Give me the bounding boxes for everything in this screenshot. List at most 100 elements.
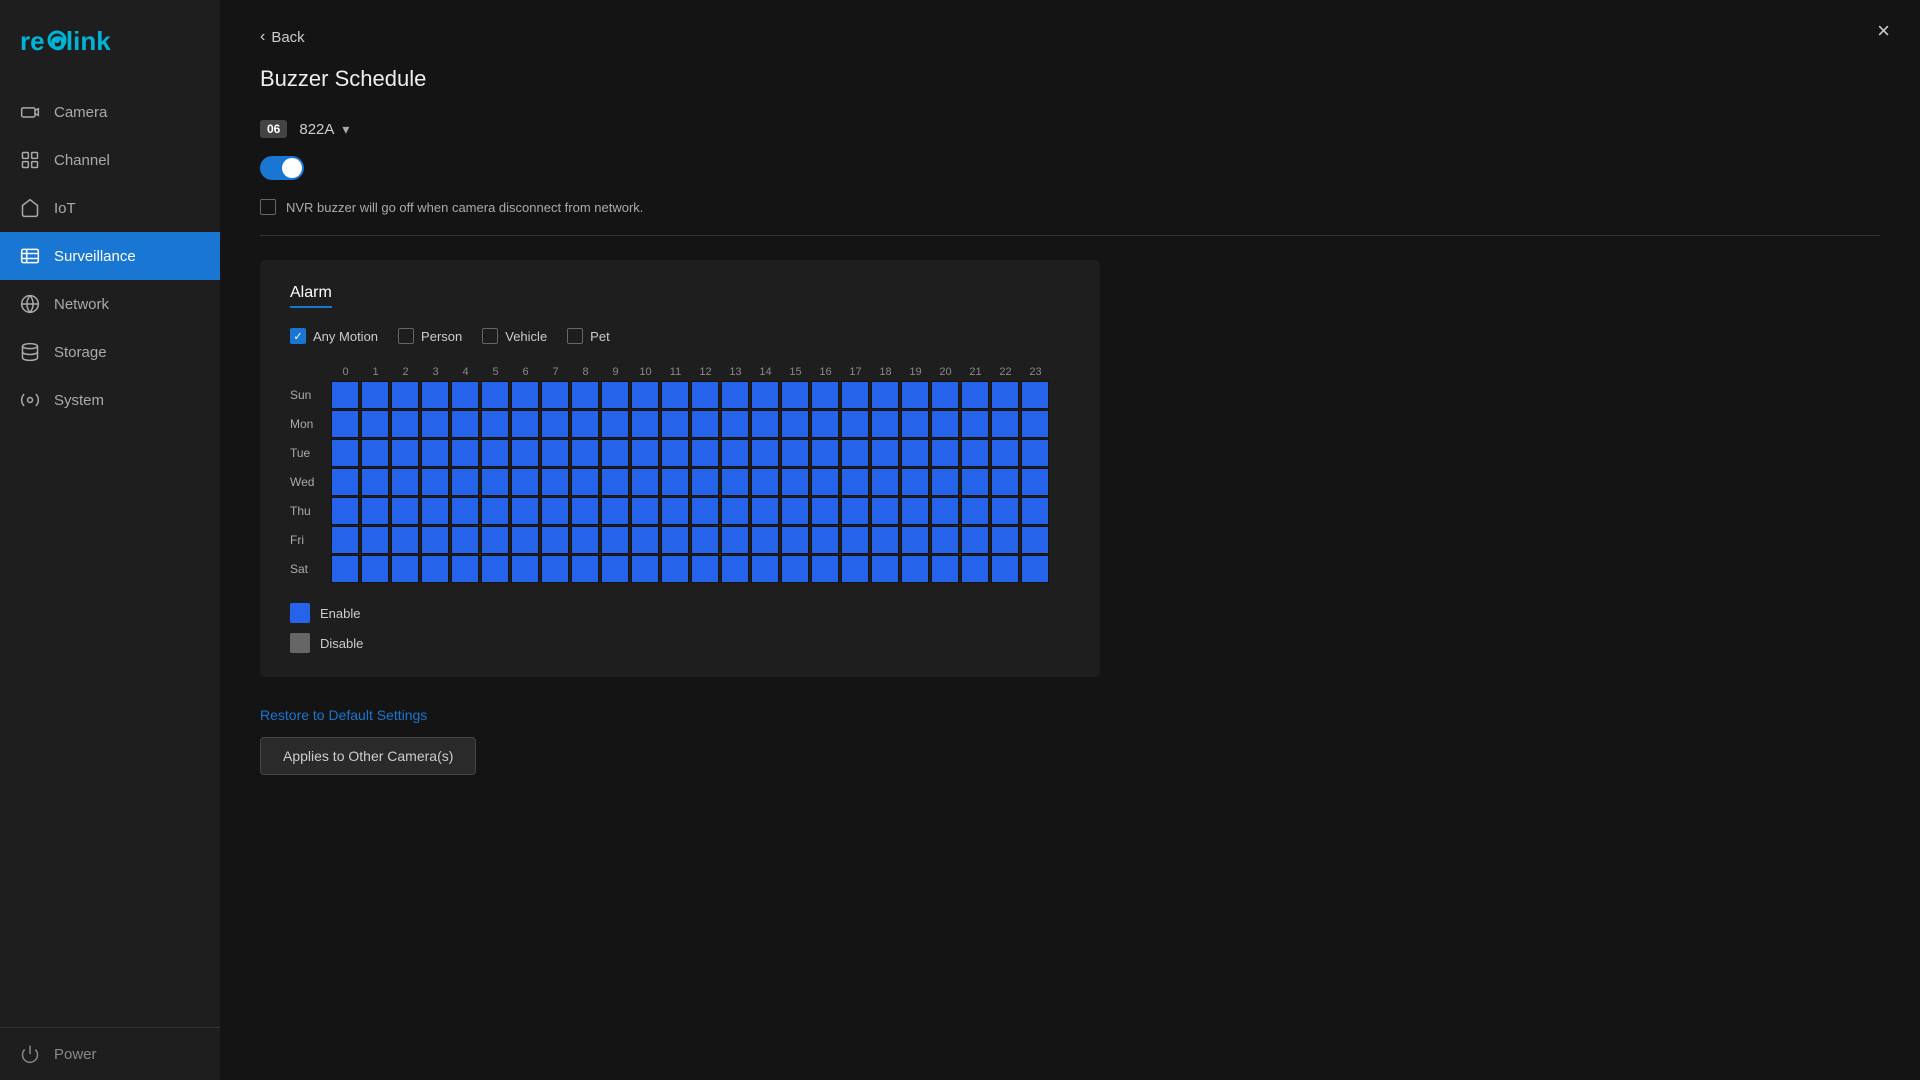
grid-cell-mon-1[interactable] [361, 410, 389, 438]
grid-cell-sat-16[interactable] [811, 555, 839, 583]
grid-cell-fri-18[interactable] [871, 526, 899, 554]
grid-cell-fri-11[interactable] [661, 526, 689, 554]
grid-cell-sat-13[interactable] [721, 555, 749, 583]
grid-cell-tue-21[interactable] [961, 439, 989, 467]
grid-cell-thu-13[interactable] [721, 497, 749, 525]
grid-cell-sun-14[interactable] [751, 381, 779, 409]
grid-cell-wed-21[interactable] [961, 468, 989, 496]
filter-person[interactable]: Person [398, 328, 462, 344]
grid-cell-sat-0[interactable] [331, 555, 359, 583]
grid-cell-tue-5[interactable] [481, 439, 509, 467]
grid-cell-tue-18[interactable] [871, 439, 899, 467]
sidebar-item-surveillance[interactable]: Surveillance [0, 232, 220, 280]
grid-cell-fri-0[interactable] [331, 526, 359, 554]
grid-cell-tue-4[interactable] [451, 439, 479, 467]
grid-cell-mon-22[interactable] [991, 410, 1019, 438]
grid-cell-thu-20[interactable] [931, 497, 959, 525]
grid-cell-sat-7[interactable] [541, 555, 569, 583]
grid-cell-fri-6[interactable] [511, 526, 539, 554]
sidebar-item-network[interactable]: Network [0, 280, 220, 328]
grid-cell-thu-9[interactable] [601, 497, 629, 525]
grid-cell-mon-23[interactable] [1021, 410, 1049, 438]
grid-cell-mon-13[interactable] [721, 410, 749, 438]
grid-cell-tue-6[interactable] [511, 439, 539, 467]
grid-cell-sun-4[interactable] [451, 381, 479, 409]
grid-cell-thu-14[interactable] [751, 497, 779, 525]
power-item[interactable]: Power [20, 1044, 200, 1064]
grid-cell-tue-15[interactable] [781, 439, 809, 467]
grid-cell-thu-5[interactable] [481, 497, 509, 525]
grid-cell-tue-20[interactable] [931, 439, 959, 467]
grid-cell-thu-21[interactable] [961, 497, 989, 525]
grid-cell-wed-16[interactable] [811, 468, 839, 496]
sidebar-item-camera[interactable]: Camera [0, 88, 220, 136]
grid-cell-sun-3[interactable] [421, 381, 449, 409]
grid-cell-sat-8[interactable] [571, 555, 599, 583]
grid-cell-thu-7[interactable] [541, 497, 569, 525]
grid-cell-tue-9[interactable] [601, 439, 629, 467]
grid-cell-mon-14[interactable] [751, 410, 779, 438]
grid-cell-tue-14[interactable] [751, 439, 779, 467]
filter-any-motion[interactable]: Any Motion [290, 328, 378, 344]
person-checkbox[interactable] [398, 328, 414, 344]
grid-cell-sat-2[interactable] [391, 555, 419, 583]
disconnect-checkbox[interactable] [260, 199, 276, 215]
grid-cell-mon-7[interactable] [541, 410, 569, 438]
back-button[interactable]: ‹ Back [260, 28, 1880, 46]
grid-cell-tue-12[interactable] [691, 439, 719, 467]
grid-cell-wed-6[interactable] [511, 468, 539, 496]
grid-cell-tue-1[interactable] [361, 439, 389, 467]
grid-cell-tue-23[interactable] [1021, 439, 1049, 467]
filter-vehicle[interactable]: Vehicle [482, 328, 547, 344]
grid-cell-fri-12[interactable] [691, 526, 719, 554]
grid-cell-sun-13[interactable] [721, 381, 749, 409]
grid-cell-mon-10[interactable] [631, 410, 659, 438]
grid-cell-thu-15[interactable] [781, 497, 809, 525]
grid-cell-thu-0[interactable] [331, 497, 359, 525]
sidebar-item-storage[interactable]: Storage [0, 328, 220, 376]
grid-cell-fri-10[interactable] [631, 526, 659, 554]
close-button[interactable]: × [1877, 20, 1890, 42]
grid-cell-thu-19[interactable] [901, 497, 929, 525]
grid-cell-sat-10[interactable] [631, 555, 659, 583]
grid-cell-fri-19[interactable] [901, 526, 929, 554]
grid-cell-sat-19[interactable] [901, 555, 929, 583]
grid-cell-tue-8[interactable] [571, 439, 599, 467]
grid-cell-wed-15[interactable] [781, 468, 809, 496]
alarm-tab[interactable]: Alarm [290, 284, 1070, 314]
grid-cell-fri-3[interactable] [421, 526, 449, 554]
grid-cell-wed-2[interactable] [391, 468, 419, 496]
pet-checkbox[interactable] [567, 328, 583, 344]
grid-cell-sun-20[interactable] [931, 381, 959, 409]
grid-cell-tue-3[interactable] [421, 439, 449, 467]
grid-cell-tue-19[interactable] [901, 439, 929, 467]
grid-cell-mon-0[interactable] [331, 410, 359, 438]
grid-cell-sun-9[interactable] [601, 381, 629, 409]
grid-cell-thu-3[interactable] [421, 497, 449, 525]
grid-cell-fri-20[interactable] [931, 526, 959, 554]
grid-cell-sat-12[interactable] [691, 555, 719, 583]
grid-cell-wed-8[interactable] [571, 468, 599, 496]
grid-cell-mon-6[interactable] [511, 410, 539, 438]
grid-cell-tue-11[interactable] [661, 439, 689, 467]
grid-cell-fri-7[interactable] [541, 526, 569, 554]
grid-cell-wed-7[interactable] [541, 468, 569, 496]
grid-cell-thu-6[interactable] [511, 497, 539, 525]
grid-cell-sun-18[interactable] [871, 381, 899, 409]
grid-cell-sun-23[interactable] [1021, 381, 1049, 409]
grid-cell-wed-11[interactable] [661, 468, 689, 496]
grid-cell-sun-0[interactable] [331, 381, 359, 409]
grid-cell-mon-18[interactable] [871, 410, 899, 438]
grid-cell-fri-16[interactable] [811, 526, 839, 554]
grid-cell-sat-4[interactable] [451, 555, 479, 583]
grid-cell-tue-7[interactable] [541, 439, 569, 467]
grid-cell-mon-15[interactable] [781, 410, 809, 438]
grid-cell-sat-20[interactable] [931, 555, 959, 583]
grid-cell-mon-4[interactable] [451, 410, 479, 438]
grid-cell-wed-13[interactable] [721, 468, 749, 496]
sidebar-item-iot[interactable]: IoT [0, 184, 220, 232]
sidebar-item-system[interactable]: System [0, 376, 220, 424]
grid-cell-thu-16[interactable] [811, 497, 839, 525]
grid-cell-tue-0[interactable] [331, 439, 359, 467]
grid-cell-thu-17[interactable] [841, 497, 869, 525]
